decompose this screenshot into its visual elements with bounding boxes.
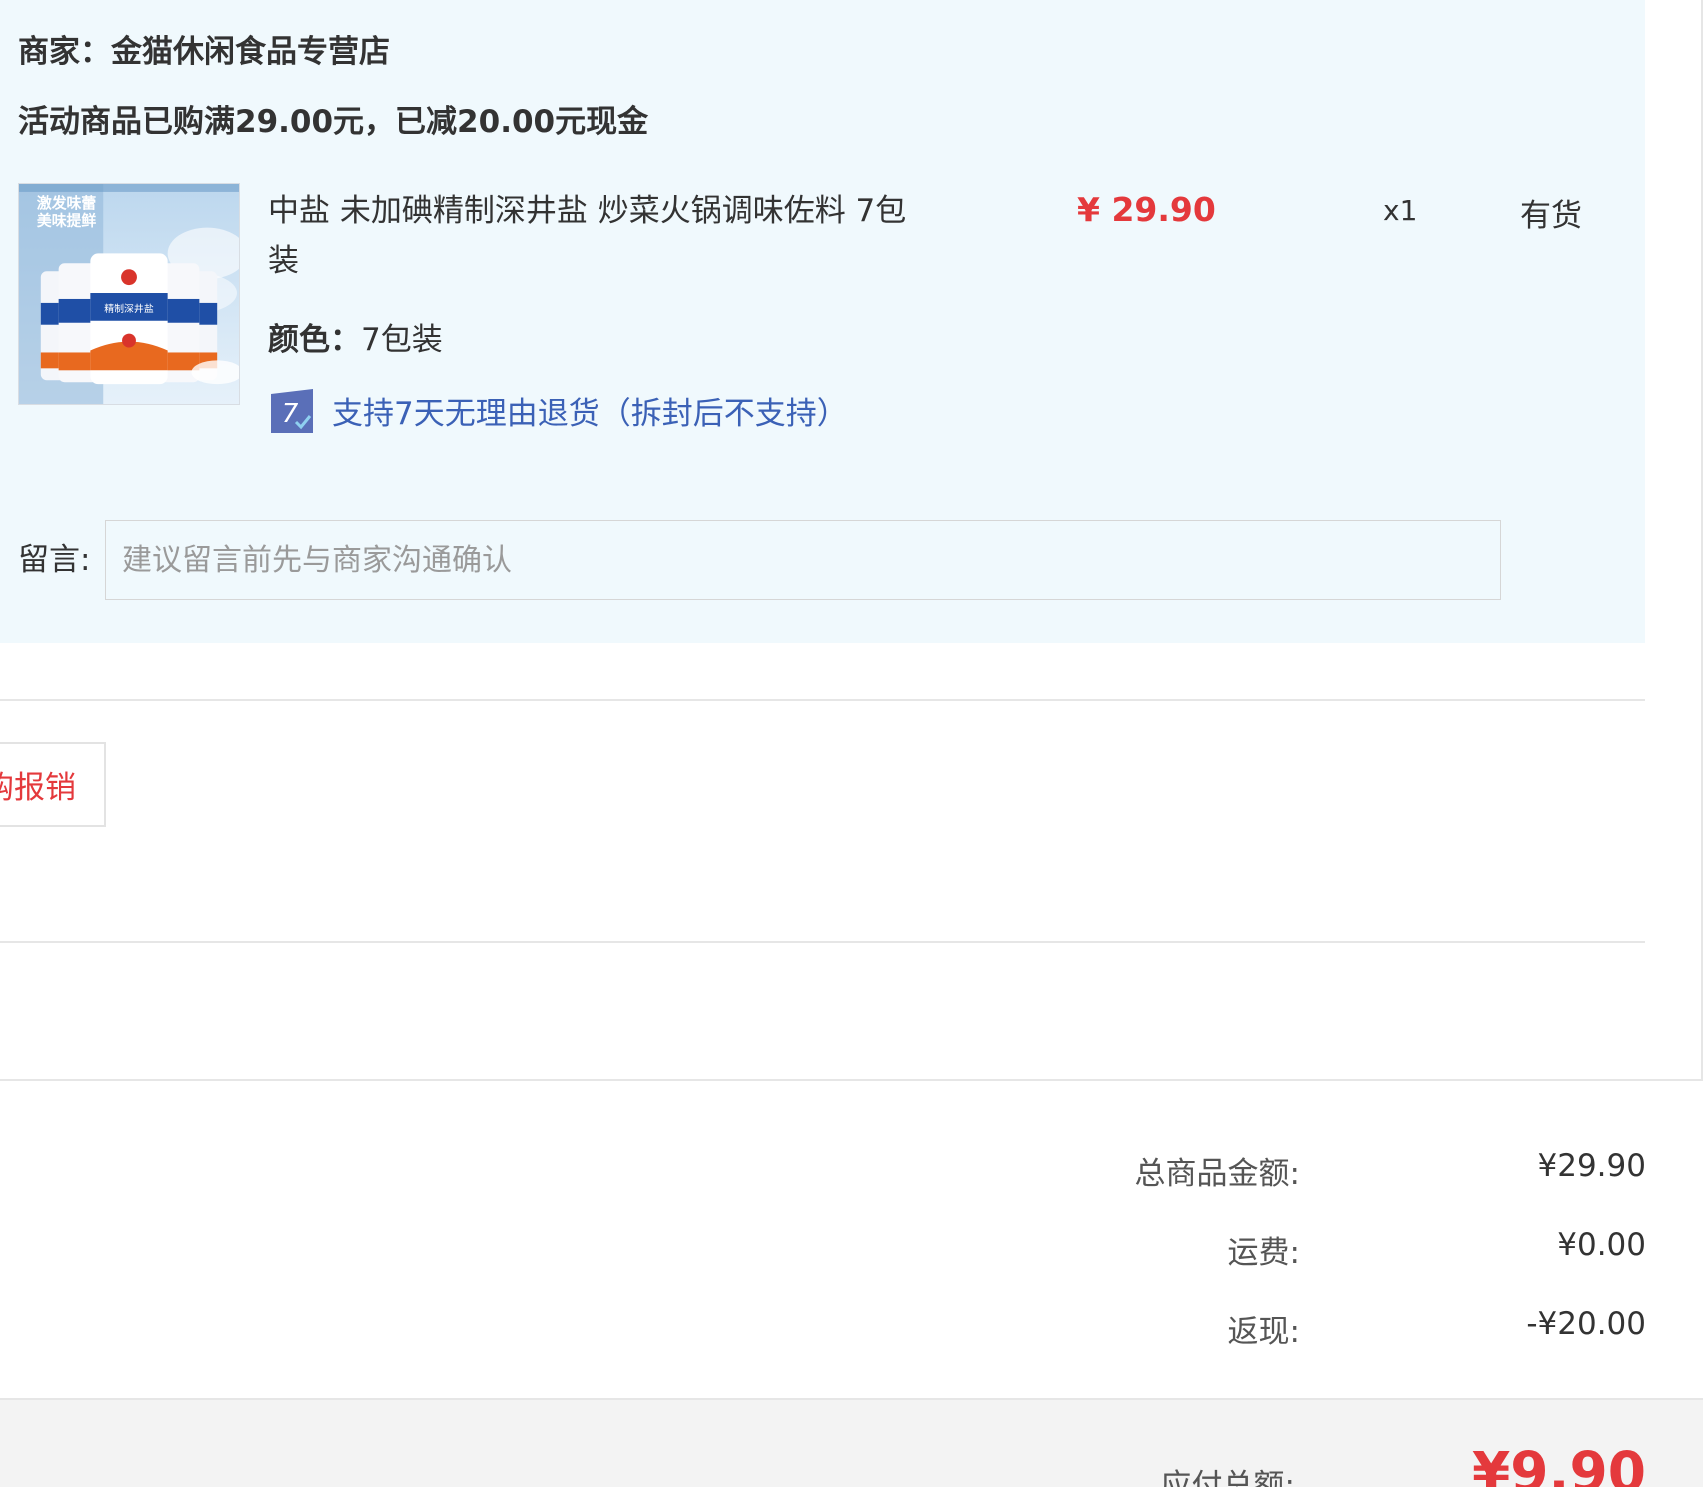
total-payable-bar: 应付总额: ¥9.90 bbox=[0, 1398, 1703, 1487]
store-name: 商家：金猫休闲食品专营店 bbox=[18, 34, 390, 70]
product-thumbnail[interactable]: 激发味蕾 美味提鲜 精制深井盐 bbox=[18, 183, 240, 405]
store-order-panel: 商家：金猫休闲食品专营店 活动商品已购满29.00元，已减20.00元现金 激发… bbox=[0, 0, 1645, 643]
shipping-value: ¥0.00 bbox=[1557, 1227, 1646, 1263]
goods-amount-value: ¥29.90 bbox=[1537, 1148, 1646, 1184]
total-payable-label: 应付总额: bbox=[1160, 1468, 1295, 1487]
divider bbox=[0, 699, 1645, 701]
return-badge-number: 7 bbox=[282, 399, 299, 429]
product-image-slogan-1: 激发味蕾 bbox=[37, 194, 97, 212]
spec-value: 7包装 bbox=[361, 322, 443, 358]
summary-goods-row: 总商品金额: ¥29.90 bbox=[0, 1148, 1646, 1192]
product-image: 激发味蕾 美味提鲜 精制深井盐 bbox=[19, 184, 239, 404]
divider bbox=[0, 941, 1645, 943]
product-price: ¥ 29.90 bbox=[1077, 190, 1216, 229]
cashback-label: 返现: bbox=[1227, 1314, 1300, 1350]
divider bbox=[0, 1079, 1703, 1081]
shipping-label: 运费: bbox=[1227, 1235, 1300, 1271]
product-quantity: x1 bbox=[1383, 194, 1418, 227]
summary-shipping-row: 运费: ¥0.00 bbox=[0, 1227, 1646, 1271]
order-message-input[interactable] bbox=[105, 520, 1501, 600]
return-policy-link[interactable]: 支持7天无理由退货（拆封后不支持） bbox=[332, 388, 848, 433]
product-image-slogan-2: 美味提鲜 bbox=[37, 212, 97, 230]
product-image-label: 精制深井盐 bbox=[104, 302, 154, 315]
product-title-link[interactable]: 中盐 未加碘精制深井盐 炒菜火锅调味佐料 7包装 bbox=[268, 186, 928, 286]
cashback-value: -¥20.00 bbox=[1526, 1306, 1646, 1342]
product-stock-status: 有货 bbox=[1520, 198, 1582, 234]
seven-day-return-icon: 7 bbox=[268, 388, 316, 434]
promo-discount-text: 活动商品已购满29.00元，已减20.00元现金 bbox=[18, 104, 649, 140]
message-label: 留言: bbox=[18, 542, 91, 578]
product-spec: 颜色：7包装 bbox=[268, 314, 443, 359]
summary-cashback-row: 返现: -¥20.00 bbox=[0, 1306, 1646, 1350]
reimbursement-button[interactable]: 购报销 bbox=[0, 742, 106, 827]
spec-label: 颜色： bbox=[268, 322, 361, 358]
total-payable-value: ¥9.90 bbox=[1472, 1440, 1646, 1487]
goods-amount-label: 总商品金额: bbox=[1134, 1156, 1300, 1192]
